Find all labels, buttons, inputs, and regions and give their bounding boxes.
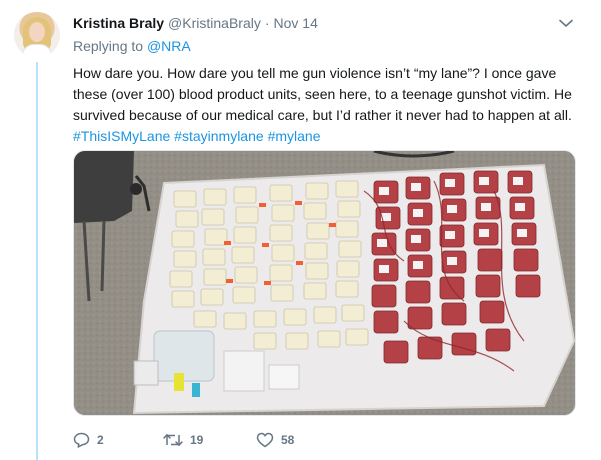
hashtag-link[interactable]: #ThisISMyLane [73,128,170,144]
like-button[interactable]: 58 [256,432,294,448]
hashtag-link[interactable]: #stayinmylane [174,128,264,144]
hashtag-line: #ThisISMyLane #stayinmylane #mylane [73,126,583,147]
reply-context: Replying to @NRA [73,38,191,54]
tweet: Kristina Braly @KristinaBraly · Nov 14 R… [0,0,601,460]
separator-dot: · [264,15,270,31]
author-handle[interactable]: @KristinaBraly [168,15,261,31]
reply-button[interactable]: 2 [73,432,163,448]
photo-blood-bags-illustration [74,151,575,415]
avatar-shoulders [22,44,52,58]
thread-line [36,62,38,460]
heart-icon [256,432,274,448]
tweet-text-line: How dare you. How dare you tell me gun v… [73,65,557,81]
retweet-button[interactable]: 19 [163,432,256,448]
avatar[interactable] [14,12,60,58]
author-name[interactable]: Kristina Braly [73,15,164,31]
tweet-header: Kristina Braly @KristinaBraly · Nov 14 [73,13,318,33]
tweet-date[interactable]: Nov 14 [274,15,318,31]
tweet-text-line: survived because of our medical care, bu… [73,107,572,123]
tweet-text: How dare you. How dare you tell me gun v… [73,63,583,147]
like-count: 58 [281,433,295,447]
reply-icon [73,432,90,448]
reply-prefix: Replying to [73,38,144,54]
tweet-photo[interactable] [73,150,576,416]
tweet-text-line: these (over 100) blood product units, se… [73,86,572,102]
retweet-icon [163,432,183,448]
chevron-down-icon[interactable] [558,16,574,30]
action-bar: 2 19 58 [73,430,294,450]
hashtag-link[interactable]: #mylane [268,128,321,144]
reply-mention-link[interactable]: @NRA [147,38,191,54]
retweet-count: 19 [190,433,204,447]
reply-count: 2 [97,433,104,447]
avatar-face [29,22,45,42]
